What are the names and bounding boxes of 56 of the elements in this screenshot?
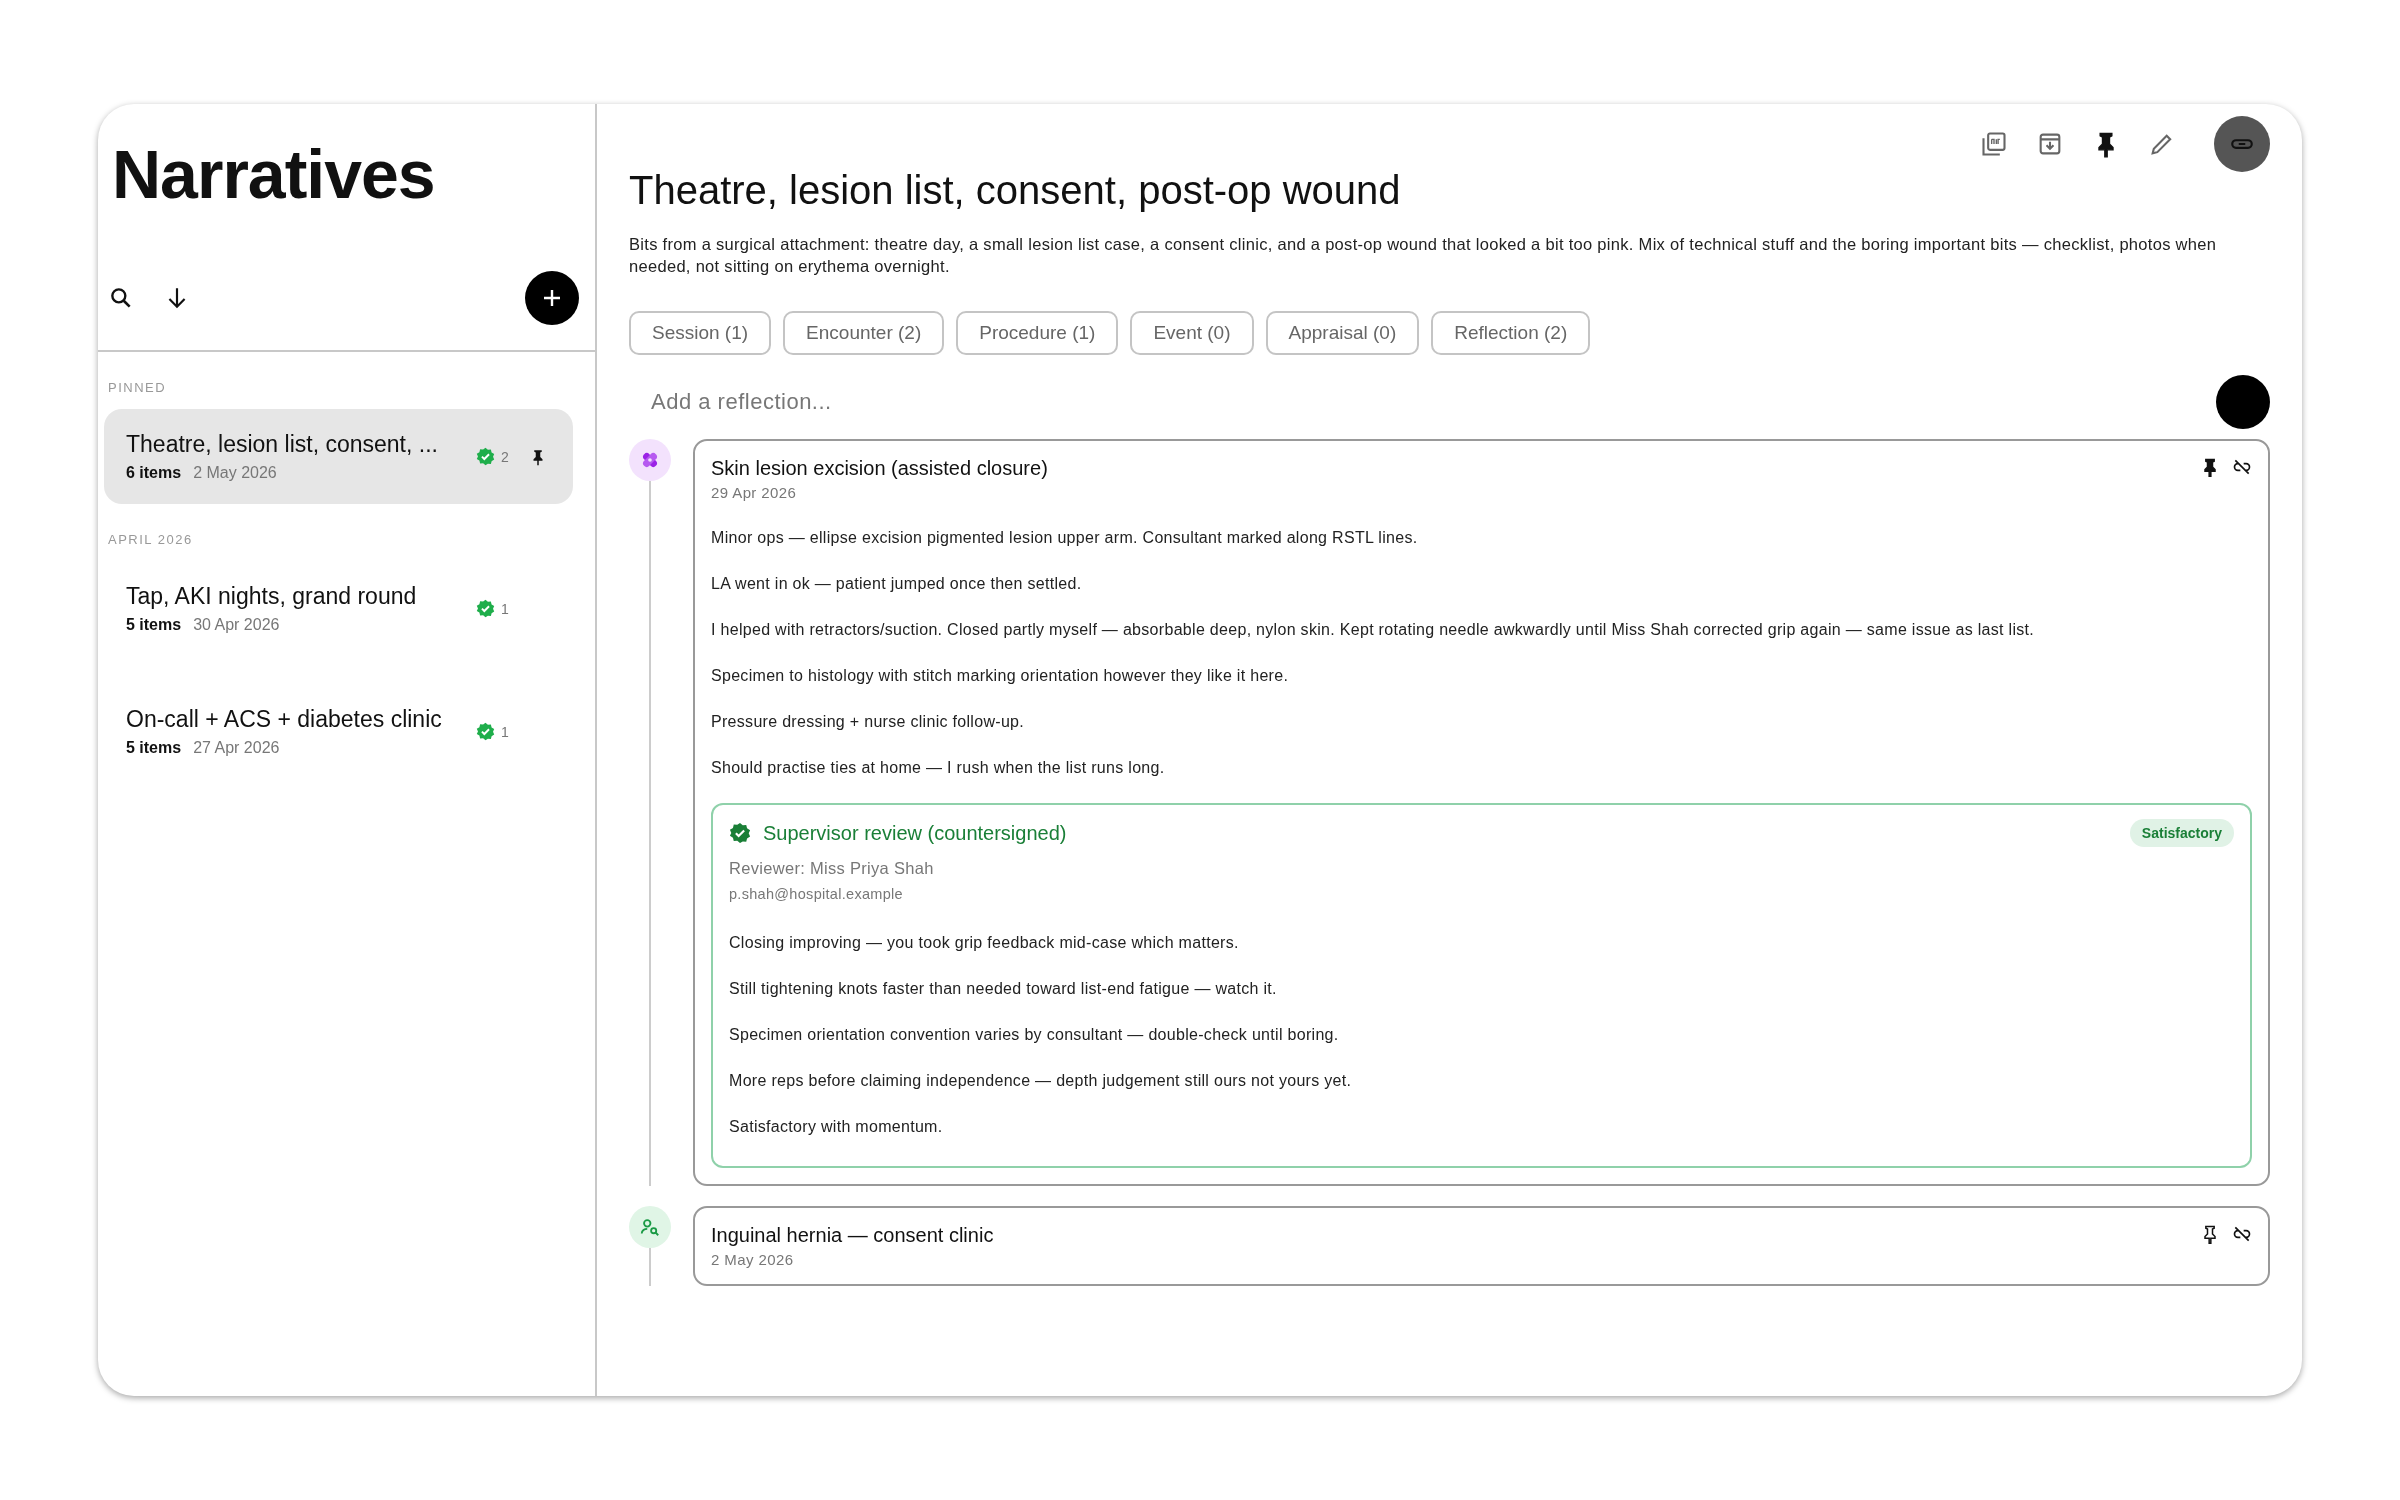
filter-chip[interactable]: Procedure (1) [956, 311, 1119, 355]
narrative-item[interactable]: On-call + ACS + diabetes clinic 5 items 27 Apr 2026 1 [104, 684, 573, 779]
review-paragraph: Satisfactory with momentum. [729, 1117, 944, 1137]
narrative-item[interactable]: Tap, AKI nights, grand round 5 items 30 Apr 2026 1 [104, 561, 573, 656]
narrative-date: 27 Apr 2026 [193, 739, 280, 757]
reviewer-name: Reviewer: Miss Priya Shah [729, 859, 935, 878]
item-count: 6 items [126, 464, 182, 482]
entry-paragraph: Pressure dressing + nurse clinic follow-up. [711, 712, 1026, 732]
add-button[interactable] [525, 271, 579, 325]
app-title: Narratives [112, 140, 436, 208]
filter-chip[interactable]: Encounter (2) [783, 311, 945, 355]
unlink-icon[interactable] [2232, 457, 2252, 477]
narrative-heading: Theatre, lesion list, consent, post-op wound [629, 168, 1402, 213]
narrative-description: Bits from a surgical attachment: theatre day, a small lesion list case, a consent clinic, and a post-op wound that looked a bit too pink. Mix of technical stuff and the boring important bits — checklist, photos when needed, not sitting on erythema overnight. [629, 234, 2218, 277]
verified-icon [476, 722, 495, 741]
entry-title: Skin lesion excision (assisted closure) [711, 457, 1048, 480]
item-count: 5 items [126, 616, 182, 634]
group-label: APRIL 2026 [108, 532, 194, 547]
review-paragraph: Specimen orientation convention varies by consultant — double-check until boring. [729, 1025, 1340, 1045]
narrative-date: 2 May 2026 [193, 464, 277, 482]
entry-date: 2 May 2026 [711, 1251, 795, 1268]
review-paragraph: More reps before claiming independence — depth judgement still ours not yours yet. [729, 1071, 1353, 1091]
filter-chip[interactable]: Appraisal (0) [1265, 311, 1420, 355]
unlink-icon[interactable] [2232, 1224, 2252, 1244]
narrative-item[interactable]: Theatre, lesion list, consent, ... 6 items 2 May 2026 2 [104, 409, 573, 504]
entry-paragraph: Minor ops — ellipse excision pigmented lesion upper arm. Consultant marked along RSTL lines. [711, 528, 1419, 548]
group-label: PINNED [108, 380, 168, 395]
link-button[interactable] [2214, 116, 2270, 172]
item-count: 5 items [126, 739, 182, 757]
narrative-title: Theatre, lesion list, consent, ... [126, 431, 439, 458]
person-search-icon [639, 1216, 661, 1238]
narrative-date: 30 Apr 2026 [193, 616, 280, 634]
entry-date: 29 Apr 2026 [711, 484, 798, 501]
outcome-badge: Satisfactory [2129, 819, 2234, 847]
filter-chip[interactable]: Reflection (2) [1431, 311, 1591, 355]
entry-paragraph: Specimen to histology with stitch marking orientation however they like it here. [711, 666, 1290, 686]
narrative-title: On-call + ACS + diabetes clinic [126, 706, 443, 733]
pdf-icon[interactable] [1980, 130, 2008, 158]
entry-paragraph: Should practise ties at home — I rush when the list runs long. [711, 758, 1166, 778]
review-paragraph: Closing improving — you took grip feedback mid-case which matters. [729, 933, 1240, 953]
verified-count: 1 [501, 600, 510, 617]
filter-chip[interactable]: Event (0) [1130, 311, 1254, 355]
submit-button[interactable] [2216, 375, 2270, 429]
entry-title: Inguinal hernia — consent clinic [711, 1224, 994, 1247]
narrative-title: Tap, AKI nights, grand round [126, 583, 418, 610]
verified-icon [476, 599, 495, 618]
entry-paragraph: LA went in ok — patient jumped once then settled. [711, 574, 1083, 594]
verified-count: 1 [501, 723, 510, 740]
review-paragraph: Still tightening knots faster than needed toward list-end fatigue — watch it. [729, 979, 1278, 999]
verified-icon [476, 447, 495, 466]
filter-chip[interactable]: Session (1) [629, 311, 772, 355]
verified-icon [729, 822, 751, 844]
review-title: Supervisor review (countersigned) [763, 821, 1067, 845]
entry-paragraph: I helped with retractors/suction. Closed partly myself — absorbable deep, nylon skin. Kept rotating needle awkwardly until Miss Shah corrected grip again — same issue as last list. [711, 620, 2036, 640]
reviewer-email: p.shah@hospital.example [729, 886, 904, 902]
verified-count: 2 [501, 448, 510, 465]
